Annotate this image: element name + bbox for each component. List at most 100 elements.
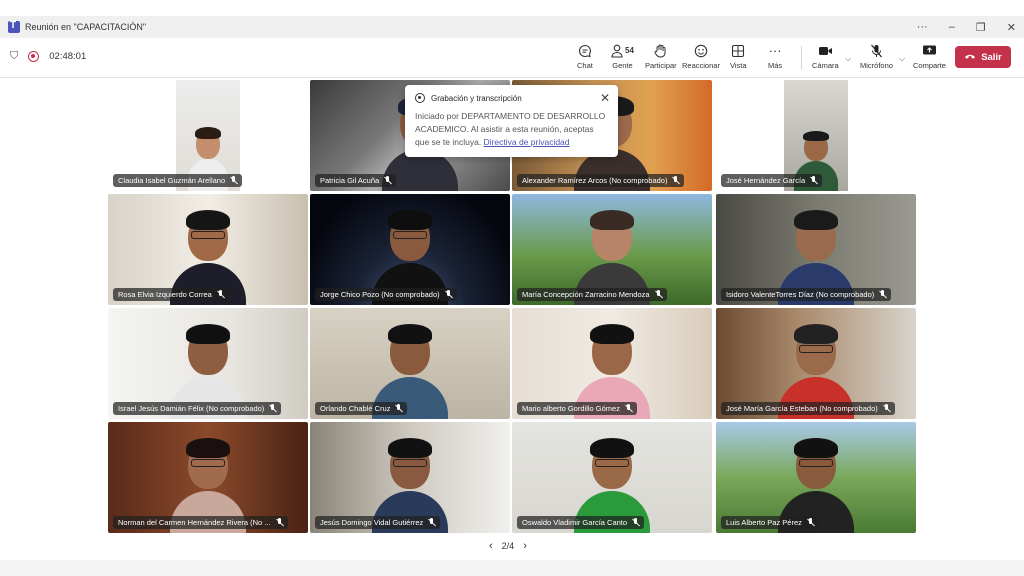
grid-view-icon — [731, 43, 745, 58]
teams-logo-icon — [8, 20, 20, 33]
popup-body: Iniciado por DEPARTAMENTO DE DESARROLLO … — [415, 111, 606, 147]
mic-off-icon — [428, 518, 435, 527]
chat-button[interactable]: Chat — [577, 43, 593, 70]
window-controls: ··· – ❐ ✕ — [917, 16, 1016, 38]
previous-page-icon[interactable]: ‹ — [489, 540, 493, 552]
mic-muted-icon — [870, 43, 883, 58]
recording-icon — [28, 51, 40, 62]
participant-tile[interactable]: Isidoro ValenteTorres Díaz (No comprobad… — [716, 194, 916, 305]
people-label: Gente — [612, 61, 633, 70]
window-title: Reunión en "CAPACITACIÓN" — [25, 22, 147, 32]
chat-label: Chat — [577, 61, 593, 70]
recording-notice-popup: Grabación y transcripción ✕ Iniciado por… — [405, 85, 618, 157]
participant-tile[interactable]: José Hernández García — [716, 80, 916, 191]
participant-name: Jesús Domingo Vidal Gutiérrez — [315, 516, 441, 529]
more-label: Más — [768, 61, 783, 70]
mic-off-icon — [445, 290, 452, 299]
mic-off-icon — [384, 176, 391, 185]
participant-tile[interactable]: Jesús Domingo Vidal Gutiérrez — [310, 422, 510, 533]
participant-tile[interactable]: Luis Alberto Paz Pérez — [716, 422, 916, 533]
share-screen-icon — [922, 43, 937, 58]
mic-off-icon — [655, 290, 662, 299]
participant-tile[interactable]: Rosa Elvia Izquierdo Correa — [108, 194, 308, 305]
leave-button[interactable]: Salir — [955, 46, 1011, 68]
people-button[interactable]: 54 Gente — [611, 43, 634, 70]
participant-name: Isidoro ValenteTorres Díaz (No comprobad… — [721, 288, 892, 301]
mic-off-icon — [807, 518, 814, 527]
mic-off-icon — [672, 176, 679, 185]
camera-options-chevron-icon[interactable]: ⌵ — [845, 54, 851, 64]
mic-off-icon — [230, 176, 237, 185]
participant-name: Israel Jesús Damián Félix (No comprobado… — [113, 402, 282, 415]
participant-name: Oswaldo Vladimir García Canto — [517, 516, 645, 529]
raise-hand-label: Participar — [645, 61, 677, 70]
camera-label: Cámara — [812, 61, 839, 70]
window-more-icon[interactable]: ··· — [917, 21, 928, 33]
bottom-bar — [0, 560, 1024, 576]
participant-name: Luis Alberto Paz Pérez — [721, 516, 819, 529]
participant-tile[interactable]: Israel Jesús Damián Félix (No comprobado… — [108, 308, 308, 419]
phone-hangup-icon — [964, 52, 976, 63]
microphone-button[interactable]: Micrófono — [860, 43, 893, 70]
react-button[interactable]: Reaccionar — [682, 43, 720, 70]
mic-off-icon — [632, 518, 639, 527]
close-window-icon[interactable]: ✕ — [1007, 21, 1016, 34]
hand-icon — [654, 43, 667, 58]
mic-off-icon — [395, 404, 402, 413]
participant-tile[interactable]: Orlando Chablé Cruz — [310, 308, 510, 419]
people-icon: 54 — [611, 43, 634, 58]
view-button[interactable]: Vista — [730, 43, 747, 70]
window-title-bar: Reunión en "CAPACITACIÓN" ··· – ❐ ✕ — [0, 16, 1024, 38]
toolbar-separator — [801, 46, 802, 70]
participant-tile[interactable]: Claudia Isabel Guzmán Arellano — [108, 80, 308, 191]
page-indicator: 2/4 — [501, 541, 515, 551]
leave-label: Salir — [981, 51, 1002, 63]
mic-off-icon — [276, 518, 283, 527]
restore-icon[interactable]: ❐ — [976, 21, 986, 34]
meeting-timer: 02:48:01 — [49, 51, 87, 62]
participant-name: Mario alberto Gordillo Gómez — [517, 402, 637, 415]
view-label: Vista — [730, 61, 747, 70]
recording-icon — [415, 93, 425, 103]
more-button[interactable]: ··· Más — [768, 43, 782, 70]
participant-name: Rosa Elvia Izquierdo Correa — [113, 288, 229, 301]
participant-tile[interactable]: José María García Esteban (No comprobado… — [716, 308, 916, 419]
smiley-icon — [694, 43, 708, 58]
participant-name: Norman del Carmen Hernández Rivera (No .… — [113, 516, 288, 529]
people-count: 54 — [625, 46, 634, 55]
participant-tile[interactable]: Jorge Chico Pozo (No comprobado) — [310, 194, 510, 305]
participant-tile[interactable]: Oswaldo Vladimir García Canto — [512, 422, 712, 533]
mic-off-icon — [879, 290, 886, 299]
chat-icon — [578, 43, 592, 58]
participant-tile[interactable]: Mario alberto Gordillo Gómez — [512, 308, 712, 419]
meeting-toolbar: ⛉ 02:48:01 Chat 54 Gente Participar Reac… — [0, 38, 1024, 78]
more-dots-icon: ··· — [768, 43, 782, 58]
privacy-policy-link[interactable]: Directiva de privacidad — [484, 137, 570, 147]
close-icon[interactable]: ✕ — [600, 91, 610, 105]
gallery-pager: ‹ 2/4 › — [489, 540, 527, 552]
raise-hand-button[interactable]: Participar — [645, 43, 677, 70]
mic-off-icon — [883, 404, 890, 413]
camera-icon — [818, 43, 833, 58]
shield-icon[interactable]: ⛉ — [10, 50, 18, 63]
share-button[interactable]: Comparte — [913, 43, 946, 70]
participant-name: Patricia Gil Acuña — [315, 174, 397, 187]
next-page-icon[interactable]: › — [523, 540, 527, 552]
participant-name: Alexander Ramírez Arcos (No comprobado) — [517, 174, 685, 187]
camera-button[interactable]: Cámara — [812, 43, 839, 70]
participant-tile[interactable]: María Concepción Zarracino Mendoza — [512, 194, 712, 305]
minimize-icon[interactable]: – — [949, 21, 955, 33]
mic-off-icon — [269, 404, 276, 413]
participant-name: José Hernández García — [721, 174, 823, 187]
react-label: Reaccionar — [682, 61, 720, 70]
participant-tile[interactable]: Norman del Carmen Hernández Rivera (No .… — [108, 422, 308, 533]
mic-off-icon — [625, 404, 632, 413]
participant-name: Orlando Chablé Cruz — [315, 402, 408, 415]
share-label: Comparte — [913, 61, 946, 70]
mic-off-icon — [810, 176, 817, 185]
participant-name: Claudia Isabel Guzmán Arellano — [113, 174, 243, 187]
participant-name: José María García Esteban (No comprobado… — [721, 402, 895, 415]
mic-off-icon — [217, 290, 224, 299]
participant-name: Jorge Chico Pozo (No comprobado) — [315, 288, 457, 301]
mic-options-chevron-icon[interactable]: ⌵ — [899, 54, 905, 64]
